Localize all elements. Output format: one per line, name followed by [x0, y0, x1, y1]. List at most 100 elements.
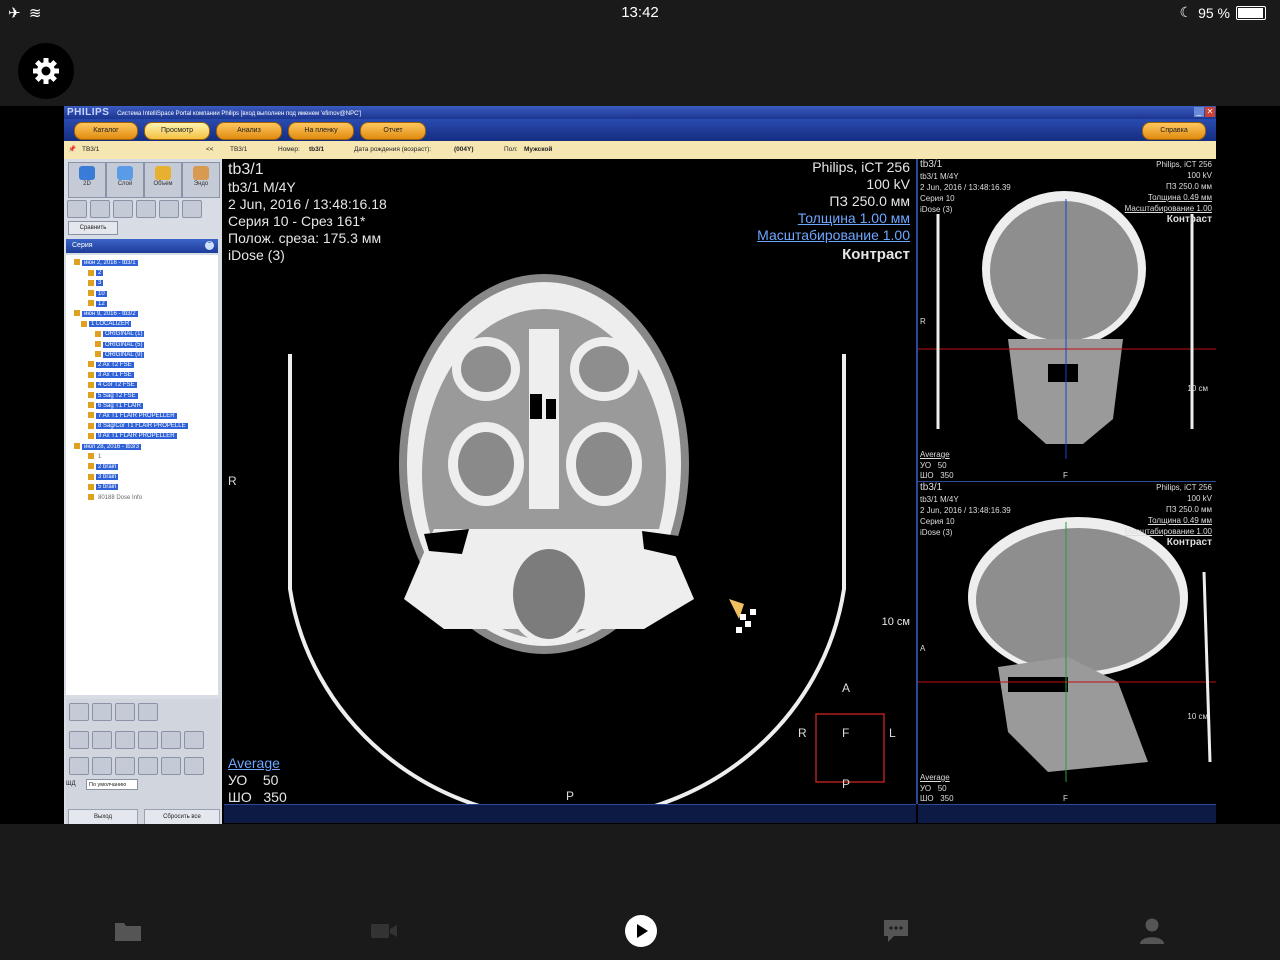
- sagittal-average-link[interactable]: Average: [920, 773, 950, 784]
- tree-row[interactable]: 5 Sag T2 FSE: [88, 392, 138, 401]
- axial-viewport[interactable]: tb3/1 tb3/1 M/4Y 2 Jun, 2016 / 13:48:16.…: [224, 159, 918, 805]
- minimize-button[interactable]: _: [1194, 107, 1204, 117]
- mode-slab[interactable]: Слой: [106, 162, 144, 198]
- close-button[interactable]: ✕: [1205, 107, 1215, 117]
- collapse-panel-button[interactable]: <<: [206, 141, 214, 159]
- coronal-zoom-link[interactable]: Масштабирование 1.00: [1125, 204, 1212, 215]
- scroll-tool-icon[interactable]: [161, 731, 181, 749]
- mode-volume[interactable]: Объем: [144, 162, 182, 198]
- settings-button[interactable]: [18, 43, 74, 99]
- axial-zoom-link[interactable]: Масштабирование 1.00: [757, 227, 910, 244]
- main-scrollbar[interactable]: [224, 804, 916, 823]
- coronal-average-link[interactable]: Average: [920, 450, 950, 461]
- axial-average-link[interactable]: Average: [228, 755, 280, 772]
- tree-row[interactable]: 9 Ax T1 FLAIR PROPELLER: [88, 432, 177, 441]
- shd-label: ШД: [66, 781, 76, 787]
- eraser-tool-icon[interactable]: [184, 731, 204, 749]
- coronal-scanner: Philips, iCT 256: [1156, 160, 1212, 169]
- rotate-icon[interactable]: [136, 200, 156, 218]
- camera-icon[interactable]: [92, 703, 112, 721]
- series-icon: [88, 290, 94, 297]
- nav-report[interactable]: Отчет: [360, 122, 426, 140]
- tree-row-label: 4 Cor T2 FSE: [96, 382, 137, 389]
- layout-icon[interactable]: [182, 200, 202, 218]
- exit-button[interactable]: Выход: [68, 809, 138, 825]
- series-icon: [95, 351, 101, 358]
- sagittal-thickness-link[interactable]: Толщина 0.49 мм: [1148, 516, 1212, 527]
- tree-row[interactable]: 3 Ax T1 FSE: [88, 371, 134, 380]
- profile-icon: [1140, 918, 1164, 944]
- play-tab[interactable]: [624, 914, 658, 948]
- tree-row[interactable]: июн 9, 2016 - tb3/2: [74, 310, 138, 319]
- tree-row[interactable]: ORIGINAL (1): [95, 330, 145, 339]
- tree-row[interactable]: 5 brain: [88, 483, 119, 492]
- tree-row[interactable]: 3 brain: [88, 473, 119, 482]
- shd-select[interactable]: По умолчанию: [86, 779, 138, 790]
- angle-tool-icon[interactable]: [115, 757, 135, 775]
- tree-row[interactable]: 4 Cor T2 FSE: [88, 381, 137, 390]
- nav-catalog[interactable]: Каталог: [74, 122, 138, 140]
- video-tab[interactable]: [368, 916, 400, 946]
- tree-row[interactable]: 1 LOCALIZER: [81, 320, 132, 329]
- tree-row[interactable]: июл 28, 2016 - tb3/3: [74, 443, 141, 452]
- film-icon[interactable]: [138, 703, 158, 721]
- sagittal-idose: iDose (3): [920, 528, 953, 537]
- tree-row[interactable]: 2 brain: [88, 463, 119, 472]
- tree-row[interactable]: 2: [88, 269, 104, 278]
- series-collapse-icon[interactable]: ⌃: [205, 241, 214, 250]
- skull-icon[interactable]: [113, 200, 133, 218]
- reset-all-button[interactable]: Сбросить все: [144, 809, 220, 825]
- help-button[interactable]: Справка: [1142, 122, 1206, 140]
- patient-tab[interactable]: TB3/1: [82, 141, 99, 159]
- sagittal-zoom-link[interactable]: Масштабирование 1.00: [1125, 527, 1212, 538]
- copy-icon[interactable]: [115, 703, 135, 721]
- nav-view[interactable]: Просмотр: [144, 122, 210, 140]
- files-tab[interactable]: [112, 916, 144, 946]
- profile-tab[interactable]: [1136, 916, 1168, 946]
- tree-row[interactable]: 3: [88, 279, 104, 288]
- mode-2d[interactable]: 2D: [68, 162, 106, 198]
- video-icon: [371, 924, 397, 938]
- ellipse-tool-icon[interactable]: [92, 757, 112, 775]
- tree-row[interactable]: 2 Ax T2 FSE: [88, 361, 134, 370]
- select-tool-icon[interactable]: [69, 731, 89, 749]
- tree-row[interactable]: ORIGINAL (5): [95, 341, 145, 350]
- tree-row[interactable]: 12: [88, 300, 107, 309]
- chat-icon: [884, 920, 908, 942]
- mpr-icon[interactable]: [67, 200, 87, 218]
- nav-analysis[interactable]: Анализ: [216, 122, 282, 140]
- pan-tool-icon[interactable]: [92, 731, 112, 749]
- chat-tab[interactable]: [880, 916, 912, 946]
- line-tool-icon[interactable]: [69, 757, 89, 775]
- annotation-tool-icon[interactable]: [161, 757, 181, 775]
- tree-row[interactable]: 6 Sag T1 FLAIR: [88, 402, 143, 411]
- tree-row[interactable]: ORIGINAL (9): [95, 351, 145, 360]
- head-icon[interactable]: [90, 200, 110, 218]
- sagittal-viewport[interactable]: tb3/1 tb3/1 M/4Y 2 Jun, 2016 / 13:48:16.…: [918, 482, 1216, 805]
- tree-row[interactable]: 1: [88, 453, 103, 462]
- link-icon[interactable]: [159, 200, 179, 218]
- compare-button[interactable]: Сравнить: [68, 221, 118, 235]
- nav-film[interactable]: На пленку: [288, 122, 354, 140]
- zoom-tool-icon[interactable]: [115, 731, 135, 749]
- axial-scale-label: 10 см: [881, 616, 910, 628]
- coronal-thickness-link[interactable]: Толщина 0.49 мм: [1148, 193, 1212, 204]
- tree-row[interactable]: 10: [88, 290, 107, 299]
- tree-row[interactable]: июн 2, 2016 - tb3/1: [74, 259, 138, 268]
- save-icon[interactable]: [69, 703, 89, 721]
- pin-icon[interactable]: 📌: [68, 141, 76, 159]
- tree-row-label: 6 Sag T1 FLAIR: [96, 402, 143, 409]
- axial-thickness-link[interactable]: Толщина 1.00 мм: [798, 210, 910, 227]
- coronal-viewport[interactable]: tb3/1 tb3/1 M/4Y 2 Jun, 2016 / 13:48:16.…: [918, 159, 1216, 482]
- roi-tool-icon[interactable]: [184, 757, 204, 775]
- tree-row-label: ORIGINAL (9): [103, 351, 145, 358]
- tree-row[interactable]: 80188 Dose Info: [88, 494, 144, 503]
- tree-row[interactable]: 7 Ax T1 FLAIR PROPELLER: [88, 412, 177, 421]
- ruler-tool-icon[interactable]: [138, 757, 158, 775]
- mode-endo[interactable]: Эндо: [182, 162, 220, 198]
- tree-row[interactable]: 8 Sag/Cor T1 FLAIR PROPELLE: [88, 422, 188, 431]
- side-scrollbar[interactable]: [918, 804, 1216, 823]
- tree-row-label: ORIGINAL (5): [103, 341, 145, 348]
- window-tool-icon[interactable]: [138, 731, 158, 749]
- series-icon: [88, 422, 94, 429]
